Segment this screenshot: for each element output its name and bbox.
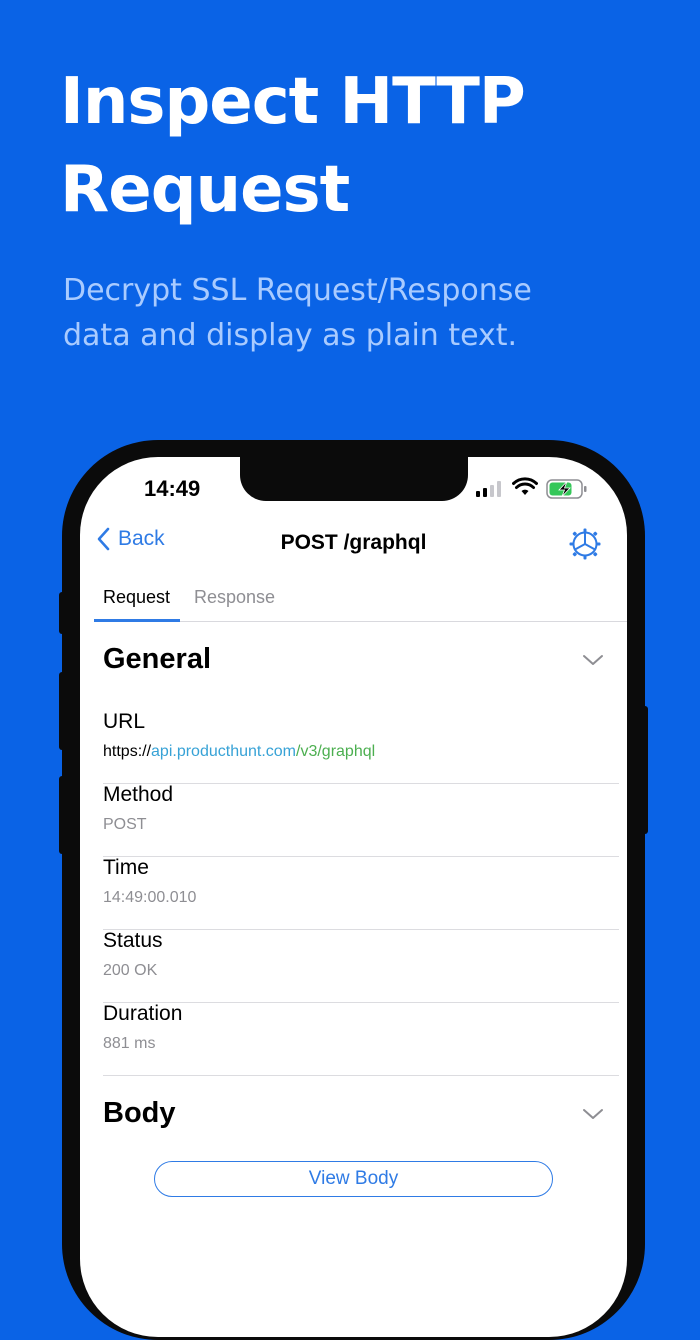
view-body-button[interactable]: View Body: [154, 1161, 553, 1197]
url-scheme: https://: [103, 743, 152, 760]
promo-headline-line2: Request: [60, 153, 350, 227]
method-label: Method: [103, 783, 174, 806]
promo-subhead-line1: Decrypt SSL Request/Response: [63, 273, 532, 308]
status-field: Status 200 OK: [103, 929, 619, 1003]
tab-selected-indicator: [94, 619, 180, 622]
promo-subhead-line2: data and display as plain text.: [63, 318, 518, 353]
duration-label: Duration: [103, 1002, 183, 1025]
settings-gear-icon[interactable]: [568, 527, 602, 561]
battery-charging-icon: [546, 479, 587, 499]
body-section-title: Body: [103, 1097, 176, 1129]
promo-subhead: Decrypt SSL Request/Response data and di…: [63, 268, 663, 358]
url-value[interactable]: https://api.producthunt.com/v3/graphql: [103, 743, 375, 761]
status-label: Status: [103, 929, 163, 952]
wifi-icon: [512, 477, 538, 495]
chevron-down-icon[interactable]: [582, 653, 604, 667]
time-label: Time: [103, 856, 149, 879]
tab-response[interactable]: Response: [194, 587, 275, 608]
duration-value: 881 ms: [103, 1035, 156, 1052]
nav-title: POST /graphql: [280, 531, 427, 554]
url-path: /v3/graphql: [296, 743, 376, 760]
promo-headline-line1: Inspect HTTP: [60, 65, 526, 139]
url-label: URL: [103, 710, 146, 733]
time-value: 14:49:00.010: [103, 889, 197, 906]
request-response-tabs: Request Response: [94, 575, 627, 622]
method-value: POST: [103, 816, 147, 833]
url-host: api.producthunt.com: [151, 743, 297, 760]
promo-headline: Inspect HTTP Request: [60, 58, 660, 234]
chevron-down-icon[interactable]: [582, 1107, 604, 1121]
status-bar-time: 14:49: [144, 476, 201, 501]
method-field: Method POST: [103, 783, 619, 857]
phone-screen: 14:49 Back POST /graphql Request Respons…: [80, 457, 627, 1337]
duration-field: Duration 881 ms: [103, 1002, 619, 1076]
tab-request[interactable]: Request: [103, 587, 170, 608]
status-value: 200 OK: [103, 962, 158, 979]
general-section-title: General: [103, 643, 211, 675]
time-field: Time 14:49:00.010: [103, 856, 619, 930]
phone-notch: [240, 457, 468, 501]
url-field: URL https://api.producthunt.com/v3/graph…: [103, 710, 619, 784]
cellular-signal-icon: [476, 481, 501, 497]
